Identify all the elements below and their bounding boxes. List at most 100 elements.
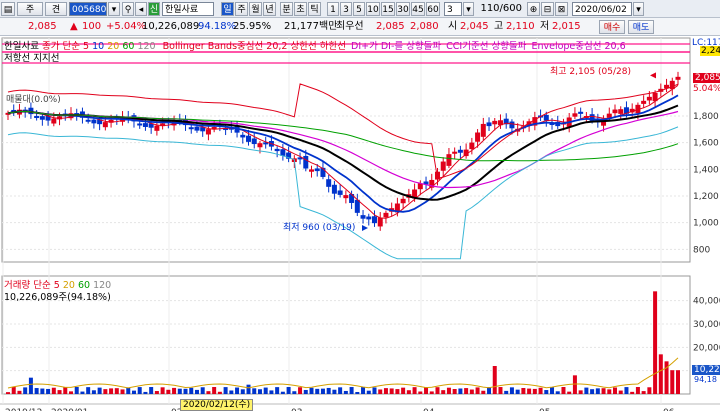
legend-ma120: 120 [137,41,156,52]
candle [200,127,206,132]
candle [188,127,194,130]
candle [263,142,269,145]
price-tick-label: 800 [693,245,710,255]
lock-icon[interactable]: ⊠ [555,2,568,16]
candle [39,116,45,120]
candle [303,155,309,169]
volume-bar [257,389,262,394]
tab-week[interactable]: 주 [235,2,248,16]
volume-bar [97,387,102,394]
volume-bar [532,388,537,394]
high-marker-icon [650,72,656,79]
price-tick-label: 1,000 [693,219,719,229]
interval-1[interactable]: 1 [327,2,339,16]
volume-bar [252,388,257,394]
stock-code-input[interactable]: 005680 [69,2,107,16]
candle [618,109,624,114]
bollinger-lower-line [7,126,679,260]
count-select[interactable]: 3 [444,2,462,16]
volume-bar [590,389,595,394]
volume-bar [240,389,245,394]
volume-bar [275,387,280,394]
buy-button[interactable]: 매수 [599,20,625,34]
volume-bar [246,384,251,394]
interval-3[interactable]: 3 [340,2,352,16]
menu-icon[interactable]: ▤ [1,2,15,16]
volume-bar [509,387,514,394]
volume-bar [527,388,532,394]
ma5-line [7,84,679,219]
volume-ma-line [7,357,679,389]
volume-tag: 10,226 [692,365,720,375]
volume-bar [372,387,377,394]
volume-bar [658,354,663,394]
support-resistance-legend: 저항선 지지선 [4,53,60,64]
volume-bar [263,387,268,394]
count-dropdown-icon[interactable]: ▾ [463,2,474,16]
volume-bar [229,390,234,394]
candle [314,168,320,172]
price-volume-chart[interactable]: 8001,0001,2001,4001,6001,80010,00020,000… [0,36,720,414]
volume-bar [114,388,119,394]
interval-15[interactable]: 15 [381,2,395,16]
speaker-icon[interactable]: ◂ [135,2,147,16]
volume-bar [641,391,646,394]
chart-area[interactable]: 8001,0001,2001,4001,6001,80010,00020,000… [0,36,720,414]
ma10-line [7,94,679,213]
date-input[interactable]: 2020/06/02 [572,2,632,16]
volume-bar [406,390,411,394]
candle [492,120,498,125]
candle [440,161,446,171]
low-marker-icon [362,225,368,231]
interval-10[interactable]: 10 [366,2,380,16]
tab-day[interactable]: 일 [221,2,234,16]
candle [91,119,97,124]
sell-button[interactable]: 매도 [628,20,654,34]
price-tick-label: 1,800 [693,112,719,122]
code-dropdown-icon[interactable]: ▾ [108,2,120,16]
candle [480,123,486,137]
volume-bar [389,388,394,394]
candle [194,126,200,131]
volume-bar [23,387,28,394]
mode-select[interactable]: 견 [45,2,67,16]
candle [326,179,332,187]
volume-bar [57,390,62,394]
tab-minute[interactable]: 분 [280,2,293,16]
market-select[interactable]: 주 [17,2,43,16]
volume-bar [446,387,451,394]
tab-year[interactable]: 년 [263,2,276,16]
zoom-icon[interactable]: ⊕ [527,2,540,16]
change-percent: +5.04% [106,21,147,32]
top-price-tag: 2,24 [700,46,720,56]
volume-bar [206,391,211,394]
volume-bar [361,387,366,394]
volume-bar [183,388,188,394]
volume-bar [212,387,217,394]
volume-bar [601,388,606,394]
volume-bar [676,370,680,394]
interval-5[interactable]: 5 [353,2,365,16]
cursor-date-label: 2020/02/12(수) [180,399,254,411]
legend-ma20: 20 [107,41,120,52]
tab-tick[interactable]: 틱 [308,2,321,16]
volume-bar [11,387,16,394]
volume-bar [395,389,400,394]
volume-bar [572,375,577,394]
volume-bar [51,387,56,394]
period-icon[interactable]: ⊟ [541,2,554,16]
interval-30[interactable]: 30 [396,2,410,16]
volume-bar [383,388,388,394]
volume-bar [630,391,635,394]
search-icon[interactable]: ⚲ [122,2,134,16]
volume-bar [280,391,285,394]
volume-bar [653,291,658,394]
volume-bar [292,391,297,394]
calendar-icon[interactable]: ▾ [633,2,644,16]
tab-month[interactable]: 월 [249,2,262,16]
tab-second[interactable]: 초 [294,2,307,16]
quote-bar: 2,085 ▲ 100 +5.04% 10,226,089 94.18% 25.… [0,18,720,36]
candle [578,111,584,114]
interval-60[interactable]: 60 [426,2,440,16]
interval-45[interactable]: 45 [411,2,425,16]
